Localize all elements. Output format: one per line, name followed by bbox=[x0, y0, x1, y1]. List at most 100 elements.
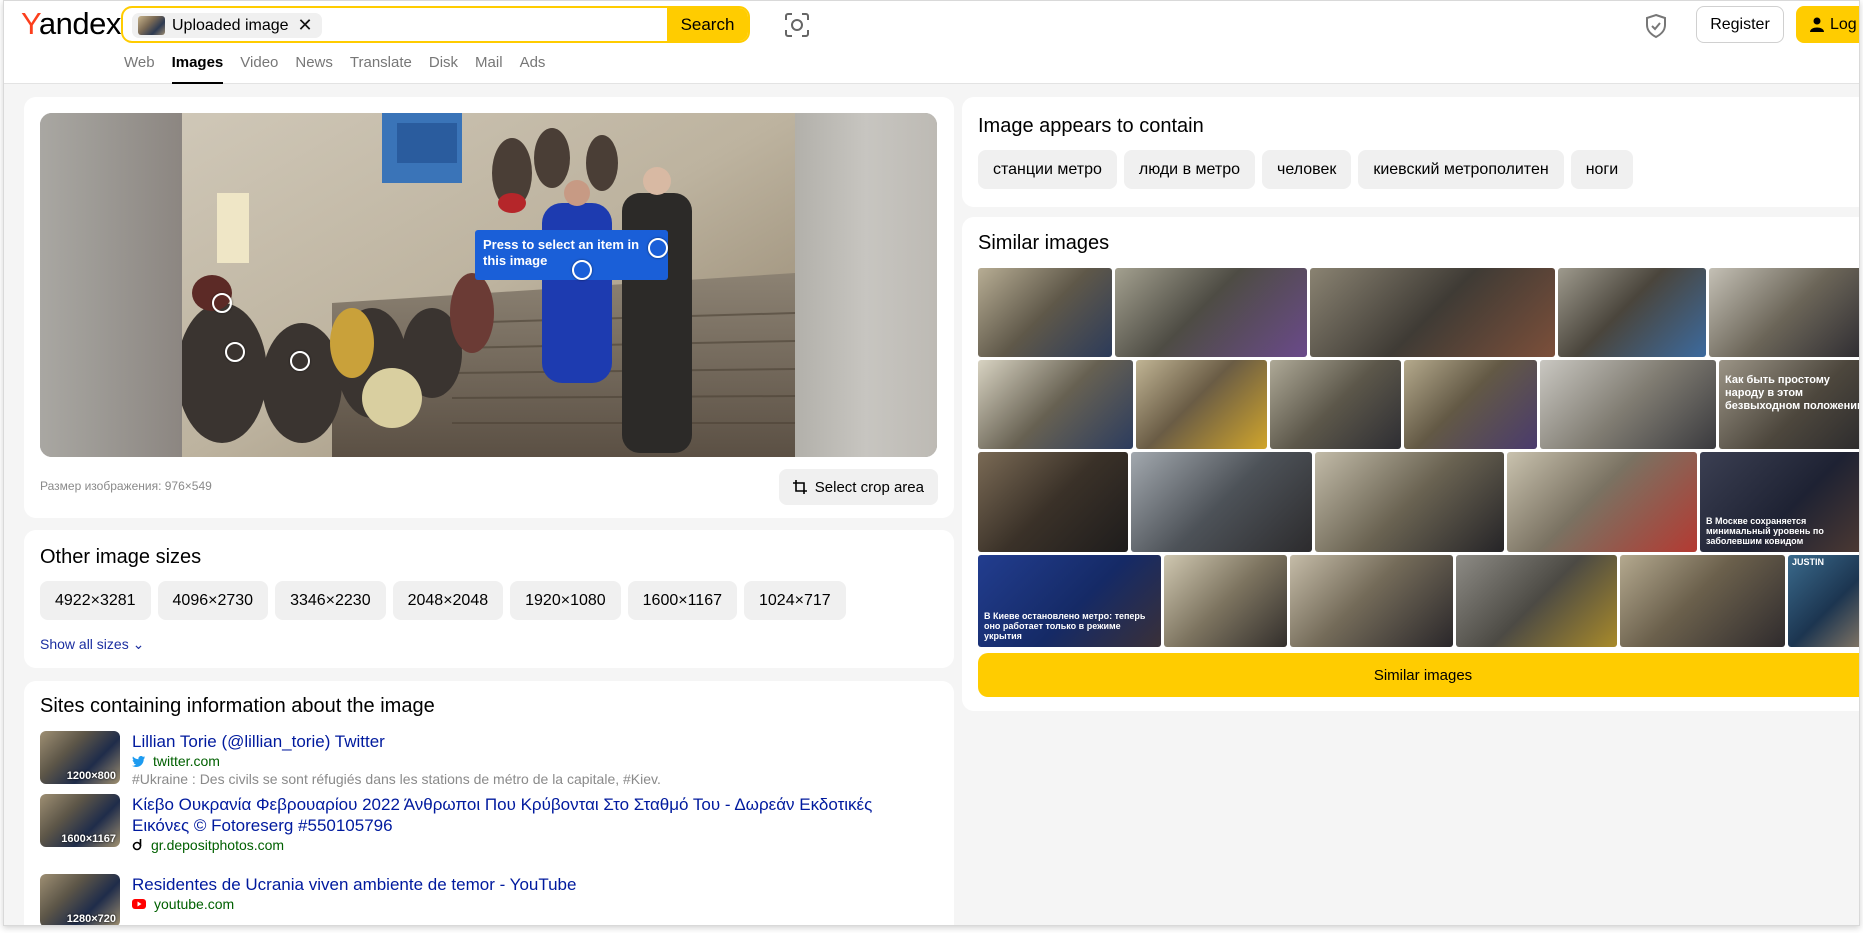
similar-image[interactable] bbox=[1136, 360, 1267, 449]
crop-icon bbox=[792, 480, 807, 494]
object-hotspot[interactable] bbox=[290, 351, 310, 371]
domain-text: twitter.com bbox=[153, 753, 220, 769]
similar-image[interactable] bbox=[1290, 555, 1453, 647]
search-box[interactable]: Uploaded image ✕ Search bbox=[121, 6, 750, 43]
close-icon[interactable]: ✕ bbox=[298, 15, 313, 36]
similar-image[interactable] bbox=[1164, 555, 1287, 647]
image-caption: В Киеве остановлено метро: теперь оно ра… bbox=[984, 611, 1146, 641]
similar-image[interactable]: Как быть простому народу в этом безвыход… bbox=[1719, 360, 1860, 449]
login-button[interactable]: Log bbox=[1796, 6, 1859, 43]
image-viewer-card: Press to select an item in this image Ра… bbox=[24, 97, 954, 518]
search-button[interactable]: Search bbox=[667, 8, 748, 41]
similar-image[interactable] bbox=[1507, 452, 1697, 552]
image-caption: Как быть простому народу в этом безвыход… bbox=[1725, 374, 1860, 412]
show-all-sizes-link[interactable]: Show all sizes ⌄ bbox=[40, 636, 144, 653]
image-caption: В Москве сохраняется минимальный уровень… bbox=[1706, 516, 1824, 546]
size-chip[interactable]: 3346×2230 bbox=[275, 581, 386, 620]
youtube-icon bbox=[132, 899, 146, 909]
select-crop-area-button[interactable]: Select crop area bbox=[778, 469, 938, 505]
show-all-label: Show all sizes bbox=[40, 636, 129, 652]
similar-image[interactable] bbox=[1315, 452, 1504, 552]
uploaded-image-label: Uploaded image bbox=[172, 16, 289, 34]
size-chip[interactable]: 1600×1167 bbox=[627, 581, 737, 620]
nav-mail[interactable]: Mail bbox=[475, 54, 503, 84]
tag-chip[interactable]: люди в метро bbox=[1123, 150, 1255, 189]
site-thumbnail[interactable]: 1280×720 bbox=[40, 874, 120, 925]
site-title-link[interactable]: Lillian Torie (@lillian_torie) Twitter bbox=[132, 731, 932, 752]
similar-image[interactable] bbox=[1115, 268, 1307, 357]
login-label: Log bbox=[1830, 15, 1857, 33]
yandex-logo[interactable]: Yandex bbox=[21, 6, 121, 42]
nav-disk[interactable]: Disk bbox=[429, 54, 458, 84]
thumb-size: 1280×720 bbox=[66, 913, 116, 925]
depositphotos-icon bbox=[132, 839, 142, 851]
tag-list: станции метро люди в метро человек киевс… bbox=[978, 150, 1634, 189]
similar-image[interactable] bbox=[1456, 555, 1617, 647]
site-thumbnail[interactable]: 1600×1167 bbox=[40, 794, 120, 847]
similar-image[interactable] bbox=[1310, 268, 1555, 357]
register-button[interactable]: Register bbox=[1696, 6, 1784, 43]
nav-translate[interactable]: Translate bbox=[350, 54, 412, 84]
nav-web[interactable]: Web bbox=[124, 54, 155, 84]
logo-letter: Y bbox=[21, 6, 39, 41]
tag-chip[interactable]: человек bbox=[1262, 150, 1352, 189]
site-domain[interactable]: youtube.com bbox=[132, 896, 234, 912]
image-blur-left bbox=[40, 113, 182, 457]
similar-image[interactable] bbox=[1620, 555, 1785, 647]
uploaded-image-chip[interactable]: Uploaded image ✕ bbox=[132, 13, 322, 38]
uploaded-photo[interactable] bbox=[182, 113, 795, 457]
nav-images[interactable]: Images bbox=[171, 54, 223, 84]
nav-news[interactable]: News bbox=[295, 54, 333, 84]
similar-title: Similar images bbox=[978, 232, 1110, 254]
tag-chip[interactable]: ноги bbox=[1570, 150, 1634, 189]
sites-card: Sites containing information about the i… bbox=[24, 681, 954, 925]
similar-image[interactable] bbox=[1131, 452, 1312, 552]
similar-image[interactable]: JUSTIN bbox=[1788, 555, 1859, 647]
image-blur-right bbox=[795, 113, 937, 457]
similar-image[interactable] bbox=[1270, 360, 1401, 449]
size-chip[interactable]: 4096×2730 bbox=[157, 581, 269, 620]
site-title-link[interactable]: Κίεβο Ουκρανία Φεβρουαρίου 2022 Άνθρωποι… bbox=[132, 794, 932, 836]
object-hotspot[interactable] bbox=[212, 293, 232, 313]
site-domain[interactable]: twitter.com bbox=[132, 753, 220, 769]
size-chip[interactable]: 4922×3281 bbox=[40, 581, 151, 620]
metro-stairs-photo bbox=[182, 113, 795, 457]
similar-image[interactable] bbox=[1709, 268, 1859, 357]
crop-label: Select crop area bbox=[814, 478, 924, 496]
image-caption: JUSTIN bbox=[1792, 557, 1825, 567]
similar-image[interactable]: В Москве сохраняется минимальный уровень… bbox=[1700, 452, 1859, 552]
contains-title: Image appears to contain bbox=[978, 115, 1204, 137]
image-size-label: Размер изображения: 976×549 bbox=[40, 479, 212, 493]
object-hotspot[interactable] bbox=[648, 238, 668, 258]
similar-image[interactable] bbox=[978, 360, 1133, 449]
shield-icon[interactable] bbox=[1644, 13, 1668, 39]
camera-search-icon[interactable] bbox=[784, 12, 810, 38]
nav-video[interactable]: Video bbox=[240, 54, 278, 84]
site-domain[interactable]: gr.depositphotos.com bbox=[132, 837, 284, 853]
thumb-size: 1600×1167 bbox=[61, 833, 116, 845]
size-list: 4922×3281 4096×2730 3346×2230 2048×2048 … bbox=[40, 581, 846, 620]
header: Yandex Uploaded image ✕ Search Register … bbox=[4, 1, 1859, 84]
site-title-link[interactable]: Residentes de Ucrania viven ambiente de … bbox=[132, 874, 932, 895]
site-thumbnail[interactable]: 1200×800 bbox=[40, 731, 120, 784]
similar-image[interactable] bbox=[1404, 360, 1537, 449]
similar-image[interactable] bbox=[978, 452, 1128, 552]
browser-window: Yandex Uploaded image ✕ Search Register … bbox=[3, 0, 1860, 926]
similar-image[interactable]: В Киеве остановлено метро: теперь оно ра… bbox=[978, 555, 1161, 647]
tag-chip[interactable]: станции метро bbox=[978, 150, 1117, 189]
nav-ads[interactable]: Ads bbox=[520, 54, 546, 84]
object-hotspot[interactable] bbox=[572, 260, 592, 280]
object-hotspot[interactable] bbox=[225, 342, 245, 362]
similar-image[interactable] bbox=[978, 268, 1112, 357]
user-icon bbox=[1810, 17, 1824, 32]
size-chip[interactable]: 2048×2048 bbox=[392, 581, 504, 620]
logo-text: andex bbox=[38, 6, 121, 41]
image-viewer[interactable]: Press to select an item in this image bbox=[40, 113, 937, 457]
similar-image[interactable] bbox=[1558, 268, 1706, 357]
similar-images-button[interactable]: Similar images bbox=[978, 653, 1859, 697]
tag-chip[interactable]: киевский метрополитен bbox=[1358, 150, 1564, 189]
similar-image[interactable] bbox=[1540, 360, 1716, 449]
other-sizes-card: Other image sizes 4922×3281 4096×2730 33… bbox=[24, 530, 954, 668]
size-chip[interactable]: 1024×717 bbox=[744, 581, 846, 620]
size-chip[interactable]: 1920×1080 bbox=[510, 581, 621, 620]
